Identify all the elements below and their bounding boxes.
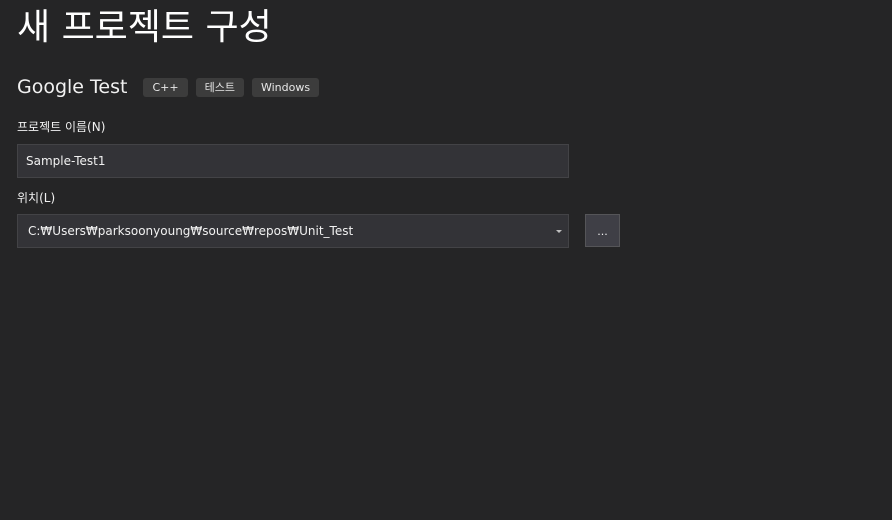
template-header: Google Test C++ 테스트 Windows: [17, 74, 327, 100]
project-name-input[interactable]: [17, 144, 569, 178]
tag-platform: Windows: [251, 77, 320, 97]
location-value: C:₩Users₩parksoonyoung₩source₩repos₩Unit…: [28, 224, 354, 238]
chevron-down-icon-glyph: [556, 229, 562, 233]
location-combobox[interactable]: C:₩Users₩parksoonyoung₩source₩repos₩Unit…: [17, 214, 569, 248]
tag-language: C++: [143, 77, 188, 97]
browse-button[interactable]: ...: [585, 214, 620, 247]
page-title: 새 프로젝트 구성: [17, 7, 272, 48]
chevron-down-icon[interactable]: [552, 229, 566, 234]
tag-project-type: 테스트: [195, 77, 244, 97]
project-name-label: 프로젝트 이름(N): [17, 120, 106, 134]
location-label: 위치(L): [17, 191, 56, 205]
template-name: Google Test: [17, 76, 128, 98]
configure-new-project-page: 새 프로젝트 구성 Google Test C++ 테스트 Windows 프로…: [0, 0, 892, 520]
